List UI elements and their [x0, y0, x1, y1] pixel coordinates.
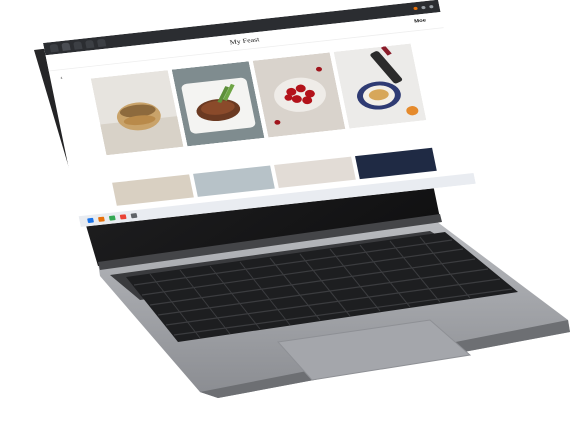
- extensions-icon[interactable]: [421, 5, 426, 10]
- browser-tab[interactable]: [96, 38, 107, 48]
- app-icon[interactable]: [119, 214, 127, 220]
- app-icon[interactable]: [97, 216, 105, 222]
- recipe-thumbnail[interactable]: [274, 156, 356, 189]
- app-icon[interactable]: [108, 215, 116, 221]
- recipe-thumbnail[interactable]: [193, 165, 275, 197]
- start-icon[interactable]: [87, 217, 94, 224]
- browser-tab[interactable]: [84, 39, 95, 49]
- recipe-card[interactable]: [333, 43, 428, 133]
- wine-dinner-image: [333, 43, 427, 129]
- chevron-left-icon[interactable]: ‹: [60, 75, 63, 81]
- recipe-card[interactable]: [171, 61, 266, 151]
- notification-icon[interactable]: [413, 6, 418, 11]
- profile-icon[interactable]: [429, 4, 434, 9]
- steak-image: [171, 61, 265, 147]
- recipe-thumbnail[interactable]: [112, 174, 194, 206]
- cherries-image: [252, 52, 346, 138]
- browser-tab-active[interactable]: [61, 42, 71, 52]
- recipe-card[interactable]: [252, 52, 347, 142]
- recipe-card[interactable]: [90, 70, 185, 160]
- app-icon[interactable]: [130, 213, 138, 219]
- sandwich-image: [90, 70, 184, 156]
- recipe-thumbnail[interactable]: [355, 147, 437, 180]
- browser-tab[interactable]: [73, 41, 83, 50]
- browser-tab[interactable]: [49, 43, 59, 53]
